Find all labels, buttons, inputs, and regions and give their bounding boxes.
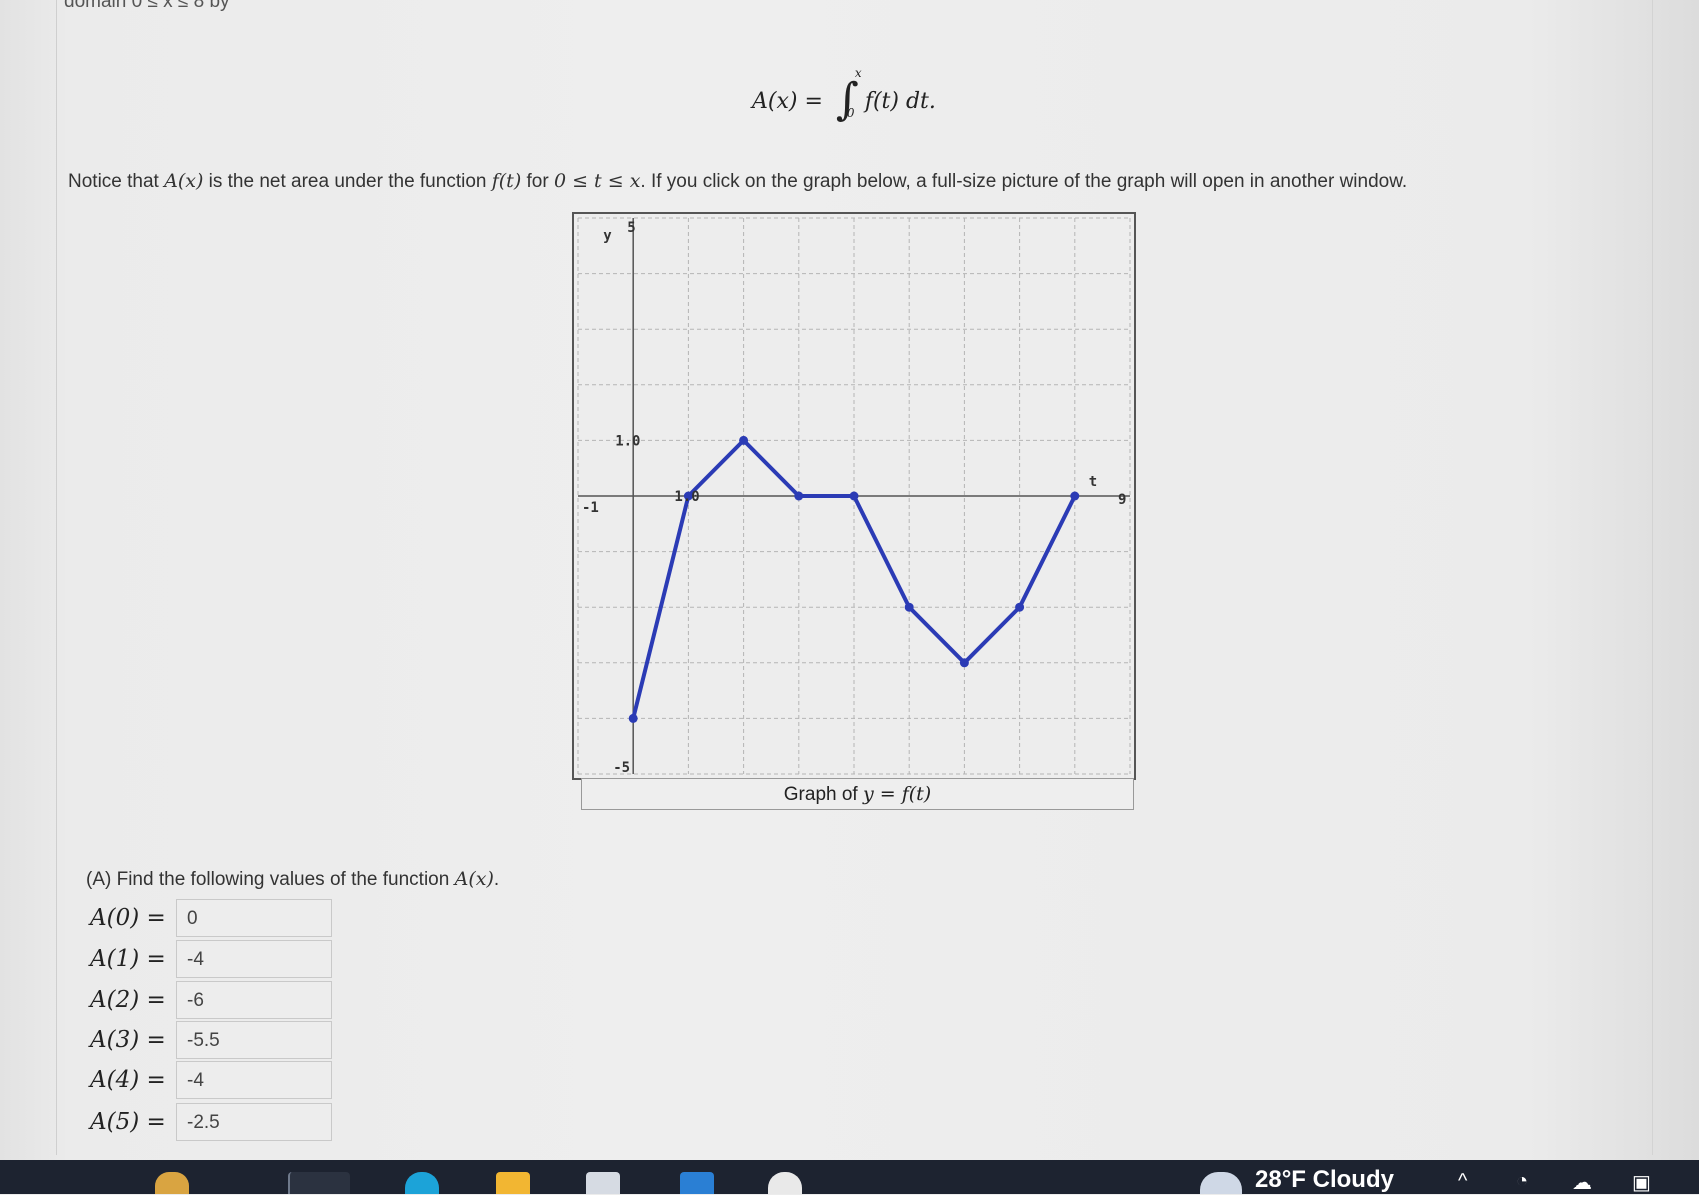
y-bottom-tick-label: -5	[613, 760, 630, 776]
data-point	[794, 491, 804, 501]
data-point	[849, 491, 859, 501]
data-point	[1015, 602, 1025, 612]
data-point	[628, 713, 638, 723]
answer-row-a0: A(0) = 0	[90, 898, 332, 938]
formula-lhs: A(x) =	[752, 89, 830, 114]
part-a-prompt: (A) Find the following values of the fun…	[86, 868, 499, 891]
answer-row-a2: A(2) = -6	[90, 980, 332, 1020]
answer-label: A(5) =	[90, 1109, 166, 1135]
data-point	[959, 658, 969, 668]
file-explorer-icon[interactable]	[496, 1172, 530, 1194]
answer-row-a1: A(1) = -4	[90, 939, 332, 979]
graph-caption: Graph of y = f(t)	[581, 778, 1134, 810]
notice-part-3: for	[521, 171, 554, 192]
graph-caption-math: y = f(t)	[862, 783, 932, 805]
mail-icon[interactable]	[680, 1172, 714, 1194]
answer-label: A(2) =	[90, 987, 166, 1013]
notice-part-4: . If you click on the graph below, a ful…	[640, 171, 1408, 192]
notice-math-2: f(t)	[491, 170, 522, 192]
area-function-formula: A(x) = ∫ x 0 f(t) dt.	[752, 66, 936, 125]
graph-caption-text: Graph of	[783, 784, 863, 805]
answer-label: A(1) =	[90, 946, 166, 972]
notice-text: Notice that A(x) is the net area under t…	[68, 170, 1407, 193]
edge-browser-icon[interactable]	[405, 1172, 439, 1194]
chevron-up-icon[interactable]: ^	[1458, 1170, 1467, 1193]
answer-row-a5: A(5) = -2.5	[90, 1102, 332, 1142]
cloud-sync-icon[interactable]: ☁	[1572, 1170, 1592, 1195]
network-icon[interactable]: ◔	[1516, 1170, 1528, 1193]
formula-lower-limit: 0	[846, 106, 855, 120]
function-graph-svg: 5 y 1.0 -5 -1 1.0 t 9	[577, 217, 1131, 776]
notice-part-1: Notice that	[68, 171, 165, 192]
app-icon-round[interactable]	[768, 1172, 802, 1194]
answer-input-a5[interactable]: -2.5	[176, 1103, 332, 1141]
data-point	[904, 602, 914, 612]
graph-image-link[interactable]: 5 y 1.0 -5 -1 1.0 t 9	[572, 212, 1136, 780]
y-top-tick-label: 5	[627, 220, 635, 236]
frame-right-edge	[1652, 0, 1653, 1155]
answer-input-a0[interactable]: 0	[176, 899, 332, 937]
x-right-tick-label: 9	[1118, 492, 1126, 508]
store-icon[interactable]	[586, 1172, 620, 1194]
answer-input-a3[interactable]: -5.5	[176, 1021, 332, 1059]
answer-label: A(3) =	[90, 1027, 166, 1053]
y-one-tick-label: 1.0	[615, 433, 640, 449]
part-a-prompt-text: (A) Find the following values of the fun…	[86, 869, 455, 890]
windows-taskbar	[0, 1160, 1699, 1194]
answer-label: A(0) =	[90, 905, 166, 931]
answer-row-a3: A(3) = -5.5	[90, 1020, 332, 1060]
domain-text-clipped: domain 0 ≤ x ≤ 8 by	[64, 0, 230, 12]
y-axis-label: y	[603, 228, 612, 244]
formula-upper-limit: x	[854, 66, 862, 80]
answer-input-a1[interactable]: -4	[176, 940, 332, 978]
app-icon[interactable]	[155, 1172, 189, 1194]
part-a-prompt-math: A(x)	[454, 868, 494, 890]
notice-part-2: is the net area under the function	[203, 171, 492, 192]
x-one-tick-label: 1.0	[674, 489, 699, 505]
answer-label: A(4) =	[90, 1067, 166, 1093]
notice-math-3: 0 ≤ t ≤ x	[553, 170, 641, 192]
x-left-tick-label: -1	[582, 500, 599, 516]
formula-integrand: f(t) dt.	[864, 89, 936, 114]
answer-input-a2[interactable]: -6	[176, 981, 332, 1019]
data-point	[1070, 491, 1080, 501]
notification-icon[interactable]: ▣	[1632, 1170, 1651, 1195]
answer-row-a4: A(4) = -4	[90, 1060, 332, 1100]
t-axis-label: t	[1089, 474, 1097, 490]
frame-left-edge	[56, 0, 57, 1155]
weather-status[interactable]: 28°F Cloudy	[1255, 1166, 1394, 1194]
data-point	[739, 435, 749, 445]
notice-math-1: A(x)	[164, 170, 204, 192]
answer-input-a4[interactable]: -4	[176, 1061, 332, 1099]
task-view-icon[interactable]	[288, 1172, 350, 1194]
part-a-prompt-end: .	[493, 869, 500, 890]
